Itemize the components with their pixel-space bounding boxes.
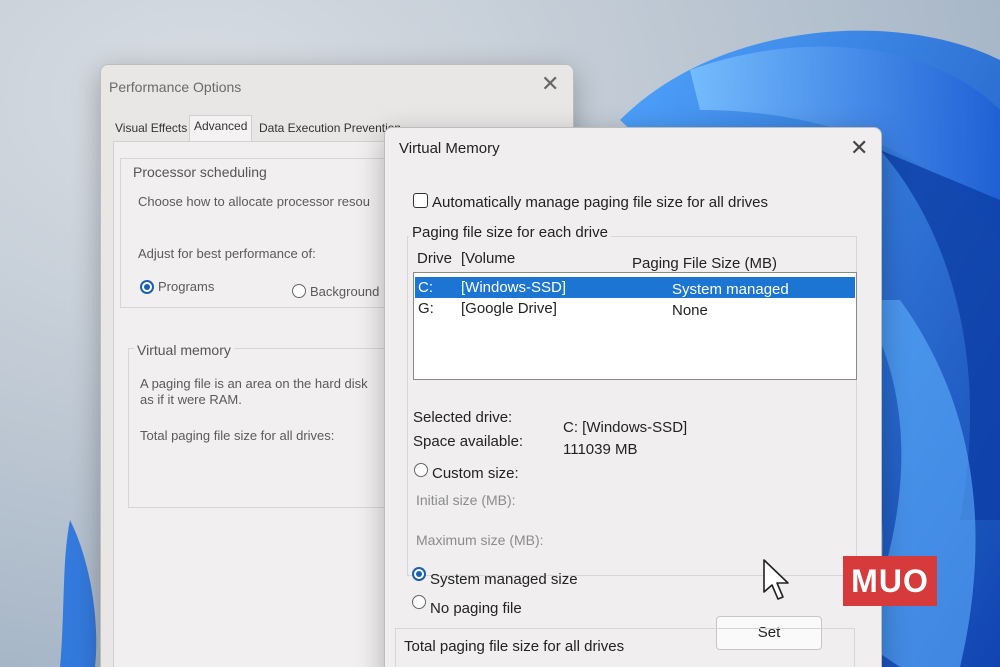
no-paging-file-radio[interactable] bbox=[412, 595, 426, 609]
adjust-for-label: Adjust for best performance of: bbox=[138, 246, 316, 261]
drive-letter: G: bbox=[418, 300, 434, 317]
selected-drive-value: C: [Windows-SSD] bbox=[563, 419, 688, 436]
custom-size-label[interactable]: Custom size: bbox=[432, 465, 519, 482]
total-paging-group-label: Total paging file size for all drives bbox=[401, 638, 628, 655]
drive-row-g[interactable]: G: [Google Drive] None bbox=[415, 298, 855, 319]
mouse-pointer-icon bbox=[763, 559, 789, 600]
drive-paging-size: System managed bbox=[672, 281, 789, 298]
drive-list[interactable]: C: [Windows-SSD] System managed G: [Goog… bbox=[413, 272, 857, 380]
dialog-title: Virtual Memory bbox=[399, 140, 500, 157]
paging-file-group-label: Paging file size for each drive bbox=[409, 224, 611, 241]
drive-volume: [Windows-SSD] bbox=[461, 279, 567, 296]
drive-letter: C: bbox=[418, 279, 433, 296]
system-managed-radio[interactable] bbox=[412, 567, 426, 581]
drive-row-c[interactable]: C: [Windows-SSD] System managed bbox=[415, 277, 855, 298]
background-services-radio-label[interactable]: Background bbox=[310, 284, 379, 299]
column-volume: [Volume bbox=[461, 250, 516, 267]
programs-radio-label[interactable]: Programs bbox=[158, 279, 214, 294]
processor-scheduling-label: Processor scheduling bbox=[130, 164, 270, 180]
auto-manage-label[interactable]: Automatically manage paging file size fo… bbox=[432, 194, 768, 211]
virtual-memory-label: Virtual memory bbox=[134, 342, 234, 358]
tab-advanced[interactable]: Advanced bbox=[189, 115, 253, 141]
selected-drive-label: Selected drive: bbox=[413, 409, 513, 426]
muo-watermark-logo: MUO bbox=[843, 556, 937, 606]
virtual-memory-description-line2: as if it were RAM. bbox=[140, 392, 242, 407]
auto-manage-checkbox[interactable] bbox=[413, 193, 428, 208]
processor-scheduling-description: Choose how to allocate processor resou bbox=[138, 194, 370, 209]
maximum-size-label: Maximum size (MB): bbox=[416, 532, 544, 548]
space-available-label: Space available: bbox=[413, 433, 524, 450]
programs-radio[interactable] bbox=[140, 280, 154, 294]
drive-volume: [Google Drive] bbox=[461, 300, 557, 317]
tab-visual-effects[interactable]: Visual Effects bbox=[115, 121, 187, 135]
close-button[interactable]: ✕ bbox=[541, 73, 559, 95]
space-available-value: 111039 MB bbox=[563, 441, 638, 458]
column-paging-size: Paging File Size (MB) bbox=[632, 255, 778, 272]
custom-size-radio[interactable] bbox=[414, 463, 428, 477]
drive-paging-size: None bbox=[672, 302, 708, 319]
virtual-memory-dialog: Virtual Memory ✕ Automatically manage pa… bbox=[384, 127, 882, 667]
column-drive: Drive bbox=[417, 250, 453, 267]
close-button[interactable]: ✕ bbox=[850, 137, 868, 159]
initial-size-label: Initial size (MB): bbox=[416, 492, 516, 508]
background-services-radio[interactable] bbox=[292, 284, 306, 298]
no-paging-file-label[interactable]: No paging file bbox=[430, 600, 522, 617]
window-title: Performance Options bbox=[109, 79, 242, 95]
tab-data-execution-prevention[interactable]: Data Execution Prevention bbox=[259, 121, 401, 135]
virtual-memory-description-line1: A paging file is an area on the hard dis… bbox=[140, 376, 368, 391]
total-paging-size-label: Total paging file size for all drives: bbox=[140, 428, 335, 443]
system-managed-label[interactable]: System managed size bbox=[430, 571, 578, 588]
